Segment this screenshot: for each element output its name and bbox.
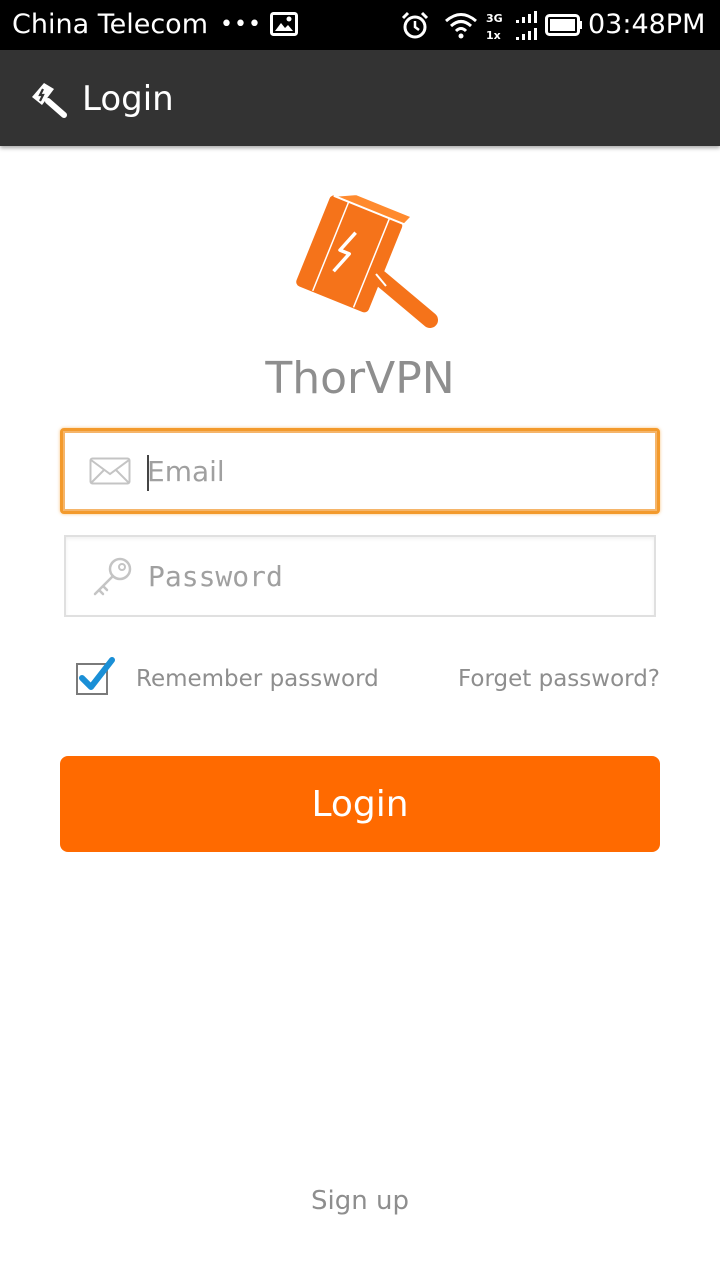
sign-up-link[interactable]: Sign up — [0, 1184, 720, 1218]
email-input[interactable] — [147, 431, 637, 511]
password-input[interactable] — [148, 537, 638, 615]
image-icon — [270, 12, 298, 36]
wifi-icon — [445, 13, 477, 39]
status-bar: China Telecom ••• 3G 1x 03:48PM — [0, 0, 720, 50]
brand-name: ThorVPN — [265, 353, 455, 404]
notification-dots: ••• — [220, 12, 262, 37]
carrier-name: China Telecom — [12, 9, 209, 40]
battery-icon — [545, 14, 582, 36]
alarm-icon — [401, 11, 429, 39]
signal-icon: 3G 1x — [486, 11, 537, 42]
network-label-1x: 1x — [486, 29, 501, 42]
login-button[interactable]: Login — [60, 756, 660, 852]
page-title: Login — [82, 79, 174, 119]
email-field[interactable] — [60, 428, 660, 514]
forget-password-link[interactable]: Forget password? — [458, 664, 660, 694]
hammer-icon — [32, 83, 67, 118]
remember-password-label[interactable]: Remember password — [136, 664, 379, 694]
password-field[interactable] — [64, 535, 656, 617]
clock: 03:48PM — [588, 9, 706, 40]
network-label-3g: 3G — [486, 12, 503, 25]
hammer-logo — [294, 193, 438, 328]
remember-checkbox[interactable] — [74, 656, 116, 696]
key-icon — [93, 557, 132, 596]
mail-icon — [89, 457, 131, 485]
